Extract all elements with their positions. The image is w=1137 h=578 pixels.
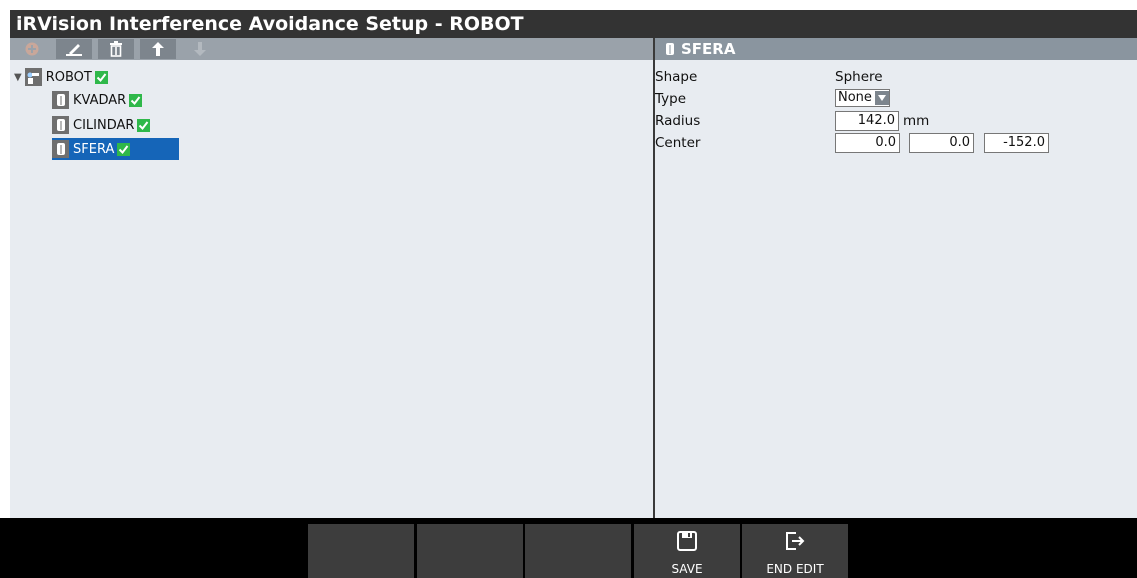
radius-unit: mm (903, 113, 930, 129)
f3-key[interactable] (525, 524, 631, 578)
tree-root-robot[interactable]: ▼ ROBOT (14, 66, 112, 88)
move-down-button[interactable] (182, 39, 218, 59)
detail-panel: Shape Sphere Type None Radius 142.0 mm C… (655, 60, 1137, 518)
check-icon[interactable] (137, 118, 151, 132)
tree-node-label: KVADAR (73, 92, 127, 108)
save-icon (677, 531, 697, 551)
type-label: Type (655, 91, 687, 107)
tree-node-label: SFERA (73, 141, 115, 157)
tree-item-kvadar[interactable]: KVADAR (52, 89, 146, 111)
radius-label: Radius (655, 113, 701, 129)
add-button[interactable] (14, 39, 50, 59)
chevron-down-icon (874, 91, 889, 105)
add-circle-icon (25, 42, 39, 56)
end-edit-button[interactable]: END EDIT (742, 524, 848, 578)
f2-key[interactable] (417, 524, 523, 578)
radius-field[interactable]: 142.0 (835, 111, 899, 131)
tree-item-sfera[interactable]: SFERA (52, 138, 179, 160)
check-icon[interactable] (94, 70, 108, 84)
tree-item-cilindar[interactable]: CILINDAR (52, 114, 154, 136)
tree-node-label: CILINDAR (73, 117, 135, 133)
edit-pen-icon (66, 44, 82, 56)
type-select[interactable]: None (835, 89, 890, 107)
save-button[interactable]: SAVE (634, 524, 740, 578)
robot-icon (24, 68, 42, 86)
save-label: SAVE (671, 562, 703, 576)
arrow-up-icon (152, 42, 164, 56)
toolbar (10, 38, 653, 60)
expand-triangle-icon[interactable]: ▼ (14, 72, 22, 83)
check-icon[interactable] (117, 142, 131, 156)
check-icon[interactable] (129, 93, 143, 107)
center-z-field[interactable]: -152.0 (984, 133, 1049, 153)
delete-button[interactable] (98, 39, 134, 59)
function-key-bar: SAVE END EDIT (0, 518, 1137, 578)
detail-header: SFERA (655, 38, 1137, 60)
tree-node-label: ROBOT (45, 69, 92, 85)
detail-title: SFERA (681, 40, 736, 58)
trash-icon (110, 41, 122, 57)
cylinder-object-icon (52, 140, 69, 158)
type-select-value: None (838, 90, 872, 105)
exit-icon (786, 532, 805, 550)
arrow-down-icon (194, 42, 206, 56)
f1-key[interactable] (308, 524, 414, 578)
end-edit-label: END EDIT (766, 562, 824, 576)
center-y-field[interactable]: 0.0 (909, 133, 974, 153)
window-title: iRVision Interference Avoidance Setup - … (10, 10, 1137, 38)
shape-value: Sphere (835, 69, 883, 85)
cylinder-object-icon (52, 91, 69, 109)
tree-panel: ▼ ROBOT KVADAR CILINDAR SFERA (10, 60, 653, 518)
cylinder-object-icon (52, 116, 69, 134)
move-up-button[interactable] (140, 39, 176, 59)
shape-label: Shape (655, 69, 698, 85)
cylinder-object-icon (666, 43, 674, 55)
center-x-field[interactable]: 0.0 (835, 133, 900, 153)
edit-button[interactable] (56, 39, 92, 59)
center-label: Center (655, 135, 701, 151)
